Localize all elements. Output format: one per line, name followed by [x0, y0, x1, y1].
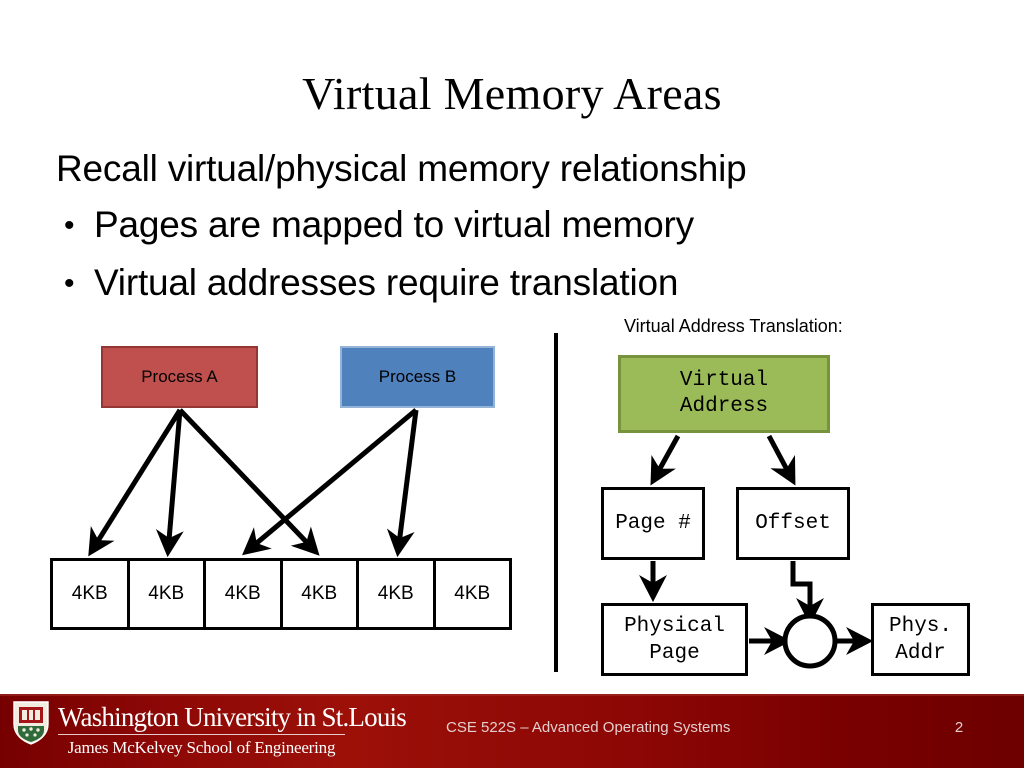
memory-cell[interactable]: 4KB — [359, 561, 436, 627]
slide-footer: Washington University in St.Louis James … — [0, 694, 1024, 768]
offset-box[interactable]: Offset — [736, 487, 850, 560]
combiner-circle — [782, 613, 838, 669]
physical-page-line-2: Page — [649, 641, 700, 665]
process-a-arrows — [88, 408, 320, 558]
virtual-address-line-1: Virtual — [679, 369, 769, 392]
lead-text: Recall virtual/physical memory relations… — [56, 148, 747, 189]
bullet-item-1-label: Pages are mapped to virtual memory — [94, 204, 694, 245]
diagram-area: Process A Process B 4KB 4KB 4KB 4KB 4KB … — [0, 300, 1024, 690]
bullet-item-1: • Pages are mapped to virtual memory — [56, 196, 976, 254]
washu-logo: Washington University in St.Louis James … — [12, 700, 407, 762]
virtual-address-translation-caption: Virtual Address Translation: — [624, 316, 843, 336]
memory-cell-label: 4KB — [301, 583, 338, 604]
bullet-dot-icon: • — [64, 209, 75, 242]
physical-page-line-1: Physical — [624, 614, 725, 638]
phys-addr-box[interactable]: Phys. Addr — [871, 603, 970, 676]
memory-cell[interactable]: 4KB — [283, 561, 359, 627]
process-b-box[interactable]: Process B — [340, 346, 495, 408]
page-number-box[interactable]: Page # — [601, 487, 705, 560]
washu-school-name: James McKelvey School of Engineering — [67, 738, 336, 757]
footer-course-label: CSE 522S – Advanced Operating Systems — [446, 719, 731, 736]
memory-cell[interactable]: 4KB — [436, 561, 510, 627]
memory-page-row: 4KB 4KB 4KB 4KB 4KB 4KB — [50, 558, 512, 630]
virtual-address-box[interactable]: Virtual Address — [618, 355, 830, 433]
page-number-label: Page # — [615, 512, 691, 535]
virtual-address-split-arrows — [650, 434, 796, 486]
washu-logo-rule — [58, 734, 345, 735]
memory-cell-label: 4KB — [377, 583, 414, 604]
offset-to-combiner-arrow — [790, 561, 824, 626]
vertical-divider — [554, 333, 558, 672]
memory-cell-label: 4KB — [71, 583, 108, 604]
memory-cell-label: 4KB — [454, 583, 491, 604]
process-a-label: Process A — [141, 367, 218, 386]
memory-cell-label: 4KB — [224, 583, 261, 604]
virtual-address-line-2: Address — [679, 395, 769, 418]
process-a-box[interactable]: Process A — [101, 346, 258, 408]
washu-shield-icon — [13, 701, 49, 745]
offset-label: Offset — [755, 512, 831, 535]
process-b-arrows — [242, 408, 419, 558]
process-b-label: Process B — [378, 367, 457, 386]
page-title: Virtual Memory Areas — [302, 68, 722, 119]
bullet-item-2-label: Virtual addresses require translation — [94, 262, 679, 303]
memory-cell[interactable]: 4KB — [130, 561, 206, 627]
phys-addr-line-1: Phys. — [888, 614, 952, 638]
physical-page-box[interactable]: Physical Page — [601, 603, 748, 676]
washu-wordmark: Washington University in St.Louis — [58, 702, 407, 732]
body-text-block: Recall virtual/physical memory relations… — [56, 141, 976, 312]
phys-addr-line-2: Addr — [895, 641, 946, 665]
memory-cell[interactable]: 4KB — [53, 561, 130, 627]
footer-top-edge — [0, 694, 1024, 696]
memory-cell-label: 4KB — [148, 583, 185, 604]
memory-cell[interactable]: 4KB — [206, 561, 283, 627]
footer-page-number: 2 — [954, 719, 964, 736]
